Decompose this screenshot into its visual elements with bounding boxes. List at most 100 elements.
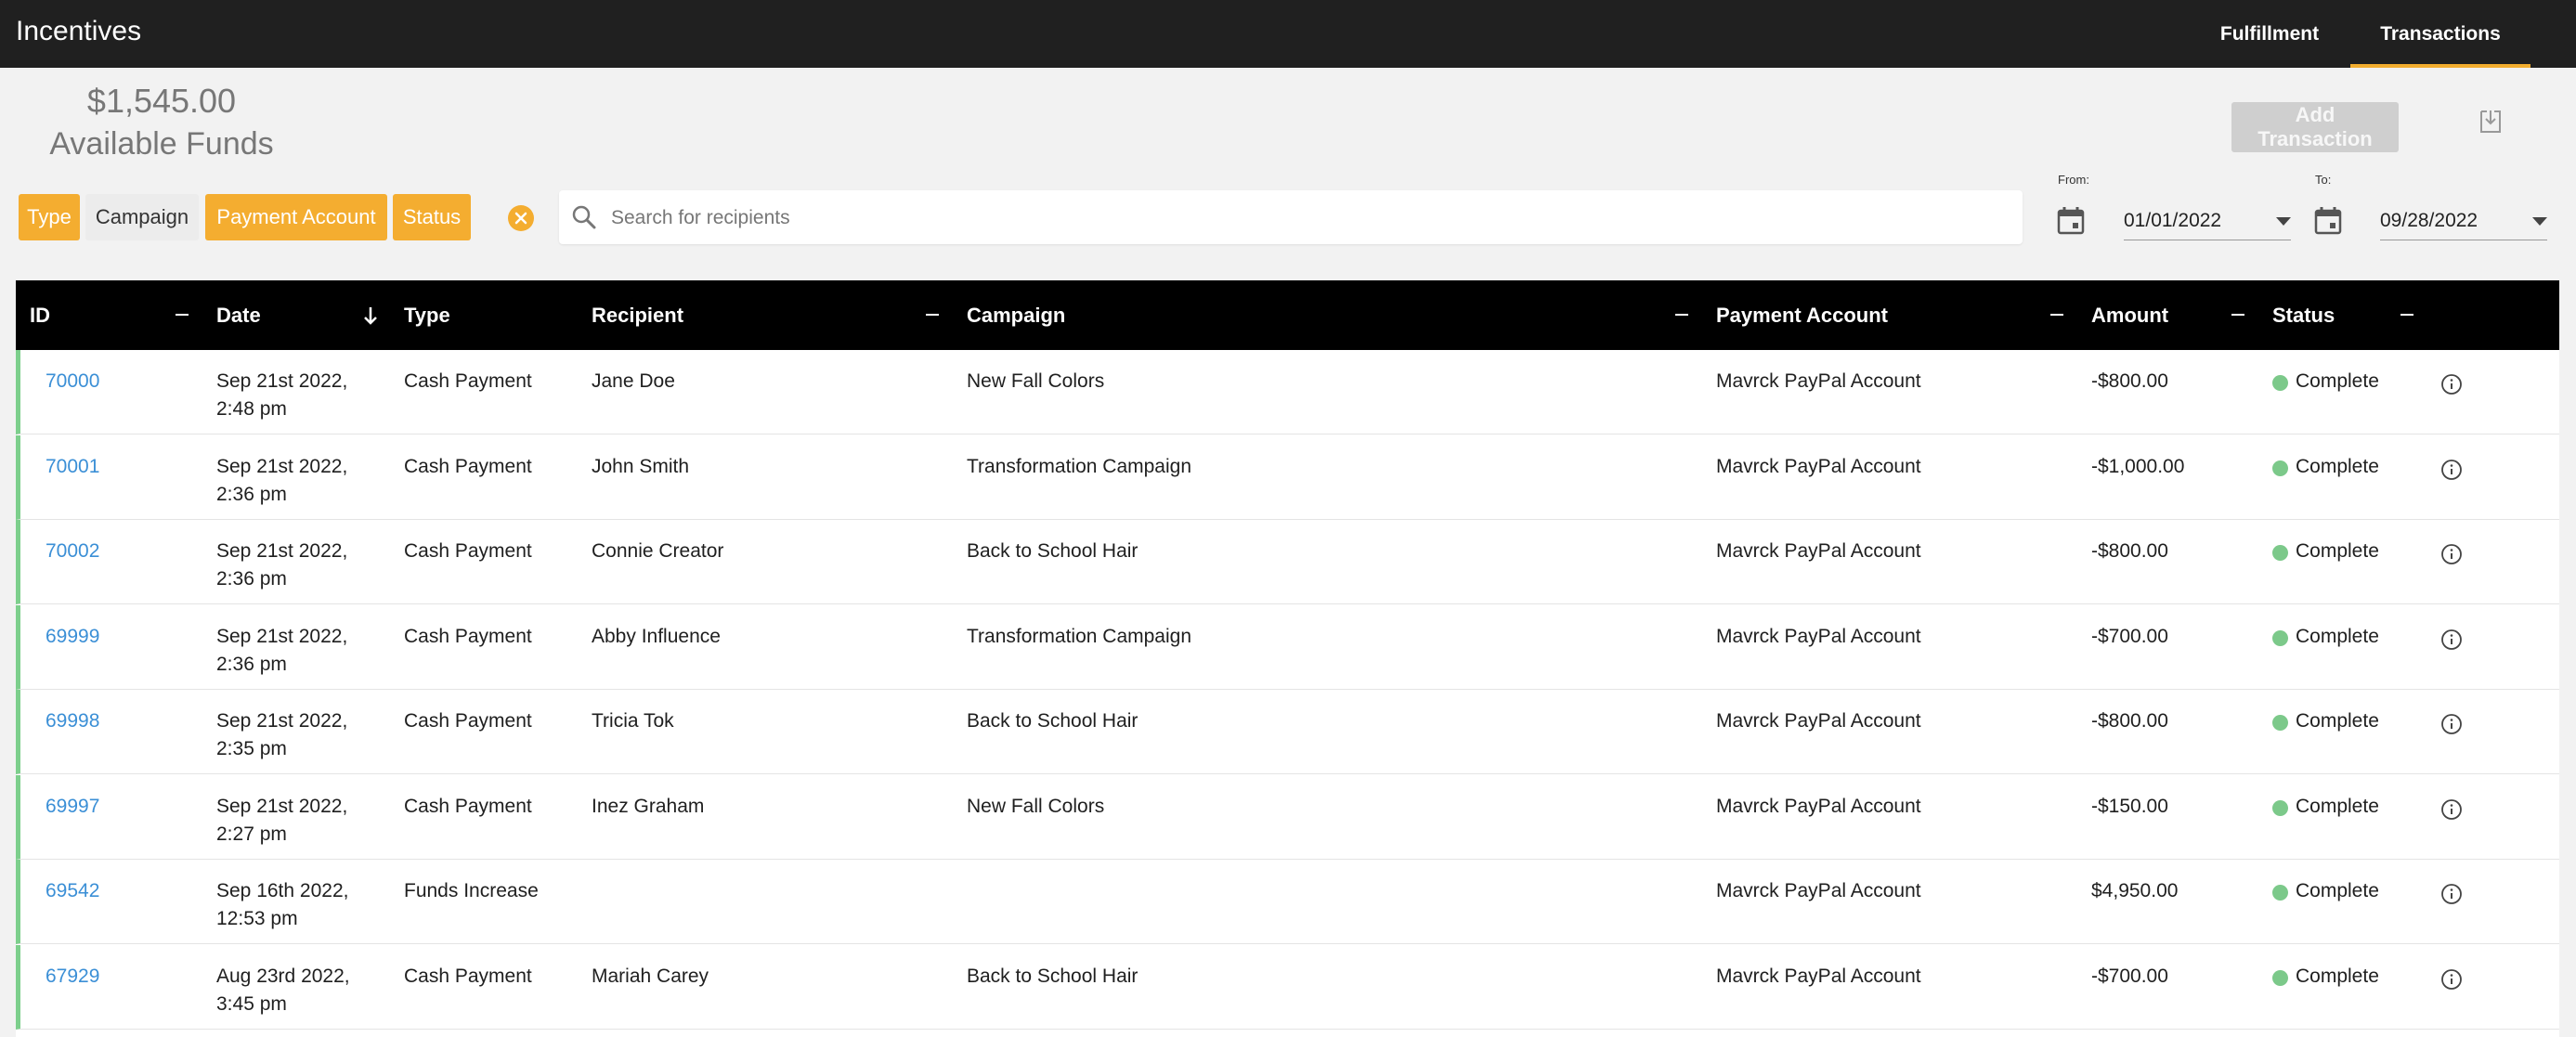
search-icon bbox=[570, 203, 598, 231]
available-funds-label: Available Funds bbox=[49, 126, 274, 162]
status-complete-icon bbox=[2272, 885, 2288, 901]
row-id-link[interactable]: 69998 bbox=[46, 707, 99, 735]
calendar-icon[interactable] bbox=[2314, 205, 2342, 235]
info-icon[interactable] bbox=[2440, 543, 2463, 565]
table-row[interactable]: 70001 Sep 21st 2022, 2:36 pm Cash Payment Jo… bbox=[16, 434, 2559, 520]
row-status: Complete bbox=[2296, 965, 2379, 987]
tab-fulfillment[interactable]: Fulfillment bbox=[2199, 0, 2340, 68]
top-bar: Incentives Fulfillment Transactions bbox=[0, 0, 2576, 68]
column-collapse-icon[interactable] bbox=[926, 314, 939, 316]
add-transaction-button[interactable]: Add Transaction bbox=[2231, 102, 2399, 152]
column-header-status[interactable]: Status bbox=[2272, 280, 2335, 350]
info-icon[interactable] bbox=[2440, 629, 2463, 651]
column-collapse-icon[interactable] bbox=[176, 314, 189, 316]
row-type: Cash Payment bbox=[404, 370, 532, 392]
column-collapse-icon[interactable] bbox=[2050, 314, 2063, 316]
row-type: Cash Payment bbox=[404, 540, 532, 562]
row-payment-account: Mavrck PayPal Account bbox=[1716, 710, 1921, 732]
filter-chip-type[interactable]: Type bbox=[19, 194, 80, 240]
row-date-line: Sep 16th 2022, bbox=[216, 880, 349, 901]
to-date-field[interactable]: 09/28/2022 bbox=[2380, 206, 2547, 240]
row-status: Complete bbox=[2296, 625, 2379, 647]
row-id-link[interactable]: 69999 bbox=[46, 623, 99, 651]
row-type: Cash Payment bbox=[404, 795, 532, 817]
info-icon[interactable] bbox=[2440, 459, 2463, 481]
info-icon[interactable] bbox=[2440, 883, 2463, 905]
filter-chip-payment-account[interactable]: Payment Account bbox=[205, 194, 387, 240]
column-collapse-icon[interactable] bbox=[1675, 314, 1688, 316]
table-row[interactable]: 70000 Sep 21st 2022, 2:48 pm Cash Payment Ja… bbox=[16, 350, 2559, 434]
available-funds-amount: $1,545.00 bbox=[86, 82, 237, 120]
row-time-line: 3:45 pm bbox=[216, 992, 287, 1015]
calendar-icon[interactable] bbox=[2057, 205, 2085, 235]
row-campaign: Transformation Campaign bbox=[967, 455, 1191, 477]
app-title: Incentives bbox=[16, 16, 142, 46]
row-campaign: New Fall Colors bbox=[967, 795, 1105, 817]
row-id-link[interactable]: 70000 bbox=[46, 368, 99, 395]
row-type: Funds Increase bbox=[404, 880, 539, 901]
status-complete-icon bbox=[2272, 799, 2288, 816]
filter-chip-status[interactable]: Status bbox=[393, 194, 471, 240]
row-amount: $4,950.00 bbox=[2091, 880, 2179, 901]
download-icon[interactable] bbox=[2477, 108, 2504, 136]
info-icon[interactable] bbox=[2440, 968, 2463, 991]
row-type: Cash Payment bbox=[404, 455, 532, 477]
row-time-line: 2:36 pm bbox=[216, 568, 287, 590]
row-recipient: John Smith bbox=[592, 455, 690, 477]
row-status: Complete bbox=[2296, 370, 2379, 392]
tab-transactions[interactable]: Transactions bbox=[2350, 0, 2530, 68]
row-recipient: Abby Influence bbox=[592, 625, 721, 647]
status-complete-icon bbox=[2272, 629, 2288, 646]
row-date-line: Sep 21st 2022, bbox=[216, 540, 348, 562]
table-row[interactable]: 69997 Sep 21st 2022, 2:27 pm Cash Payment In… bbox=[16, 774, 2559, 860]
row-id-link[interactable]: 69997 bbox=[46, 793, 99, 821]
row-status: Complete bbox=[2296, 795, 2379, 817]
row-amount: -$700.00 bbox=[2091, 625, 2168, 647]
row-amount: -$1,000.00 bbox=[2091, 455, 2185, 477]
column-collapse-icon[interactable] bbox=[2231, 314, 2244, 316]
row-id-link[interactable]: 70002 bbox=[46, 538, 99, 565]
row-type: Cash Payment bbox=[404, 625, 532, 647]
row-time-line: 2:35 pm bbox=[216, 738, 287, 759]
info-icon[interactable] bbox=[2440, 713, 2463, 735]
transactions-table: ID Date Type Recipient Campaign Payment … bbox=[16, 280, 2559, 1037]
from-label: From: bbox=[2058, 173, 2089, 187]
column-collapse-icon[interactable] bbox=[2400, 314, 2413, 316]
row-time-line: 2:36 pm bbox=[216, 653, 287, 675]
arrow-down-icon[interactable] bbox=[361, 303, 380, 329]
from-date-field[interactable]: 01/01/2022 bbox=[2124, 206, 2291, 240]
row-id-link[interactable]: 70001 bbox=[46, 453, 99, 481]
table-row[interactable]: 69542 Sep 16th 2022, 12:53 pm Funds Increas… bbox=[16, 860, 2559, 944]
row-date: Aug 23rd 2022, 3:45 pm bbox=[216, 963, 350, 1018]
row-date-line: Aug 23rd 2022, bbox=[216, 965, 350, 987]
column-header-payment-account[interactable]: Payment Account bbox=[1716, 280, 1888, 350]
row-date: Sep 21st 2022, 2:27 pm bbox=[216, 793, 347, 849]
row-recipient: Mariah Carey bbox=[592, 965, 709, 987]
column-header-type[interactable]: Type bbox=[404, 280, 450, 350]
row-id-link[interactable]: 69542 bbox=[46, 877, 99, 905]
chevron-down-icon bbox=[2532, 217, 2547, 226]
table-row[interactable]: 70002 Sep 21st 2022, 2:36 pm Cash Payment Co… bbox=[16, 520, 2559, 604]
column-header-id[interactable]: ID bbox=[30, 280, 50, 350]
info-icon[interactable] bbox=[2440, 373, 2463, 395]
table-row[interactable]: 69998 Sep 21st 2022, 2:35 pm Cash Payment Tr… bbox=[16, 690, 2559, 774]
row-recipient: Jane Doe bbox=[592, 370, 675, 392]
column-header-recipient[interactable]: Recipient bbox=[592, 280, 683, 350]
row-payment-account: Mavrck PayPal Account bbox=[1716, 795, 1921, 817]
column-header-amount[interactable]: Amount bbox=[2091, 280, 2168, 350]
clear-filters-icon[interactable] bbox=[508, 205, 534, 231]
row-date-line: Sep 21st 2022, bbox=[216, 455, 348, 477]
table-row[interactable]: 69999 Sep 21st 2022, 2:36 pm Cash Payment Ab… bbox=[16, 604, 2559, 690]
info-icon[interactable] bbox=[2440, 798, 2463, 821]
row-campaign: New Fall Colors bbox=[967, 370, 1105, 392]
row-id-link[interactable]: 67929 bbox=[46, 963, 99, 991]
table-row[interactable]: 67929 Aug 23rd 2022, 3:45 pm Cash Payment Ma… bbox=[16, 944, 2559, 1030]
to-date-value: 09/28/2022 bbox=[2380, 210, 2478, 231]
row-campaign: Back to School Hair bbox=[967, 710, 1138, 732]
column-header-campaign[interactable]: Campaign bbox=[967, 280, 1065, 350]
filter-chip-campaign[interactable]: Campaign bbox=[85, 194, 199, 240]
search-input[interactable] bbox=[609, 190, 2006, 246]
row-status: Complete bbox=[2296, 710, 2379, 732]
to-label: To: bbox=[2315, 173, 2332, 187]
column-header-date[interactable]: Date bbox=[216, 280, 261, 350]
